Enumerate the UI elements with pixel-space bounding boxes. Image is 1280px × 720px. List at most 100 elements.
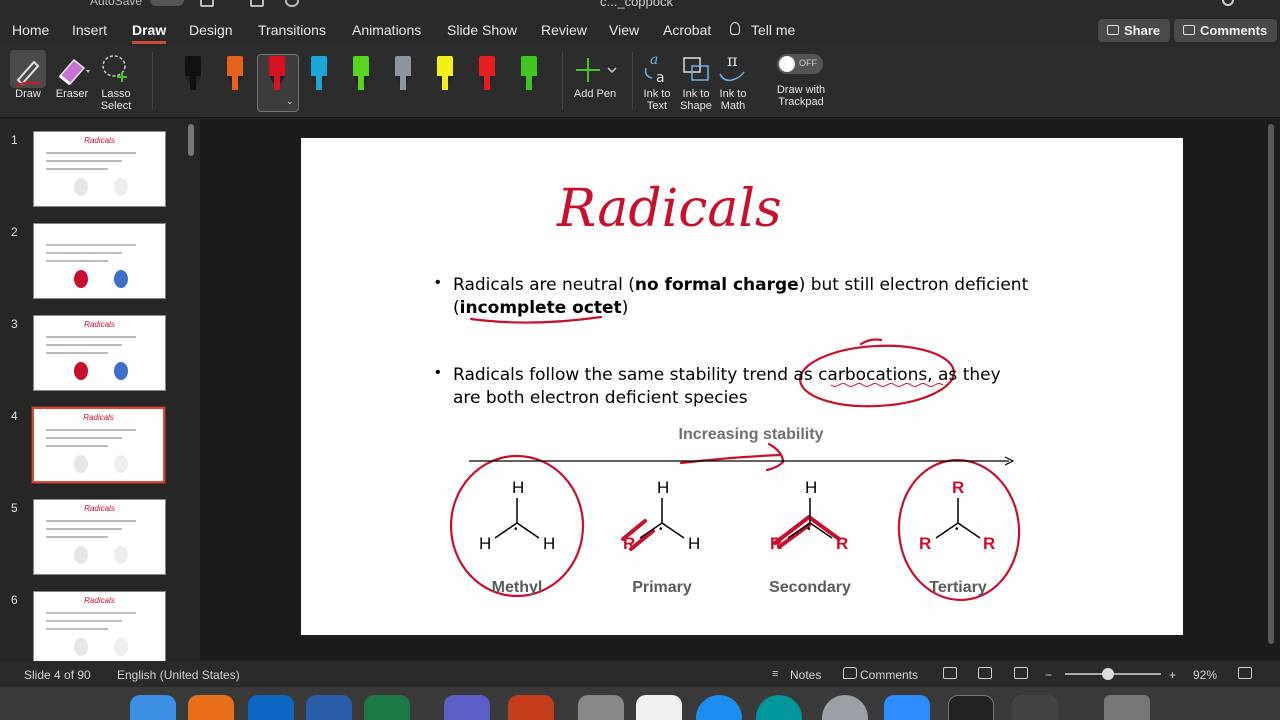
pen-9[interactable] bbox=[521, 56, 537, 90]
menu-tab-transitions[interactable]: Transitions bbox=[258, 22, 326, 38]
current-slide[interactable]: Radicals • Radicals are neutral (no form… bbox=[301, 138, 1183, 635]
thumbnail-number: 3 bbox=[11, 317, 18, 331]
pen-3[interactable] bbox=[269, 56, 285, 90]
outlook-icon[interactable] bbox=[248, 695, 294, 720]
thumbnail-graphic bbox=[114, 455, 128, 473]
add-pen-label: Add Pen bbox=[573, 88, 617, 100]
powerpoint-icon[interactable] bbox=[508, 695, 554, 720]
zoom-in-button[interactable]: + bbox=[1169, 668, 1176, 682]
slide-thumbnail-4[interactable]: Radicals bbox=[31, 406, 166, 484]
firefox-icon[interactable] bbox=[188, 695, 234, 720]
reading-view-icon[interactable] bbox=[1014, 667, 1028, 679]
atom-r: R bbox=[623, 534, 636, 553]
slide-sorter-icon[interactable] bbox=[978, 667, 992, 679]
draw-with-trackpad-label: Draw with Trackpad bbox=[776, 84, 826, 108]
tell-me[interactable]: Tell me bbox=[751, 22, 795, 38]
pen-tip-color bbox=[400, 76, 406, 90]
pen-body bbox=[479, 56, 495, 76]
language-indicator[interactable]: English (United States) bbox=[117, 668, 240, 682]
pen-6[interactable] bbox=[395, 56, 411, 90]
menu-tab-review[interactable]: Review bbox=[541, 22, 587, 38]
radical-dot: • bbox=[659, 524, 663, 535]
slide-thumbnail-3[interactable]: Radicals bbox=[33, 315, 166, 391]
draw-with-trackpad-toggle[interactable]: OFF bbox=[777, 54, 823, 74]
comments-button[interactable]: Comments bbox=[1174, 19, 1278, 42]
thumbnail-graphic bbox=[74, 546, 88, 564]
tex-icon[interactable] bbox=[822, 695, 868, 720]
pen-5[interactable] bbox=[353, 56, 369, 90]
bullet-1-text: Radicals are neutral (no formal charge) … bbox=[453, 274, 1093, 320]
bullet-1-part-c: ) but still electron deficient bbox=[798, 275, 1029, 295]
zoom-level[interactable]: 92% bbox=[1193, 668, 1217, 682]
normal-view-icon[interactable] bbox=[943, 667, 957, 679]
pen-body bbox=[521, 56, 537, 76]
menu-tab-view[interactable]: View bbox=[609, 22, 639, 38]
thumbnail-text-line bbox=[46, 336, 136, 338]
pen-7[interactable] bbox=[437, 56, 453, 90]
eraser-icon bbox=[58, 58, 90, 86]
word-icon[interactable] bbox=[306, 695, 352, 720]
arduino-icon[interactable] bbox=[756, 695, 802, 720]
slide-thumbnail-6[interactable]: Radicals bbox=[33, 591, 166, 661]
teams-icon[interactable] bbox=[444, 695, 490, 720]
menu-tab-design[interactable]: Design bbox=[189, 22, 233, 38]
draw-ribbon: Draw Eraser Lasso Select ⌄ Add Pen a a I… bbox=[0, 46, 1280, 118]
pencil-app-icon[interactable] bbox=[578, 695, 624, 720]
thumbnail-text-line bbox=[46, 160, 122, 162]
pen-4[interactable] bbox=[311, 56, 327, 90]
pen-1[interactable] bbox=[185, 56, 201, 90]
svg-text:a: a bbox=[650, 52, 658, 68]
slide-thumbnail-1[interactable]: Radicals bbox=[33, 131, 166, 207]
menu-tab-insert[interactable]: Insert bbox=[72, 22, 107, 38]
safari-icon[interactable] bbox=[696, 695, 742, 720]
slide-thumbnail-5[interactable]: Radicals bbox=[33, 499, 166, 575]
atom-r: R bbox=[919, 534, 932, 553]
app-icon[interactable] bbox=[1012, 695, 1058, 720]
bullet-1-part-a: Radicals are neutral ( bbox=[453, 275, 635, 295]
caption-secondary: Secondary bbox=[769, 579, 851, 596]
save-icon[interactable] bbox=[200, 0, 214, 7]
comment-icon bbox=[843, 667, 857, 679]
search-icon[interactable] bbox=[1222, 0, 1234, 6]
menu-tab-acrobat[interactable]: Acrobat bbox=[663, 22, 711, 38]
comments-button-label: Comments bbox=[1200, 23, 1268, 38]
atom-r: R bbox=[770, 534, 783, 553]
ribbon-separator bbox=[632, 52, 633, 110]
ink-to-shape-label: Ink to Shape bbox=[680, 88, 712, 112]
menu-tab-home[interactable]: Home bbox=[12, 22, 49, 38]
zoom-out-button[interactable]: − bbox=[1045, 668, 1052, 682]
slide-counter: Slide 4 of 90 bbox=[24, 668, 91, 682]
excel-icon[interactable] bbox=[364, 695, 410, 720]
thumbnail-scrollbar[interactable] bbox=[188, 124, 194, 156]
status-bar: Slide 4 of 90 English (United States) ≡ … bbox=[0, 661, 1280, 687]
menu-tab-animations[interactable]: Animations bbox=[352, 22, 421, 38]
bullet-1-bold-a: no formal charge bbox=[634, 275, 799, 295]
trash-icon[interactable] bbox=[1104, 695, 1150, 720]
bullet-2-line-1: Radicals follow the same stability trend… bbox=[453, 365, 1001, 385]
canvas-scrollbar[interactable] bbox=[1268, 124, 1274, 644]
share-button[interactable]: Share bbox=[1098, 19, 1171, 42]
fit-to-window-icon[interactable] bbox=[1238, 667, 1252, 679]
comments-status-button[interactable]: Comments bbox=[860, 668, 918, 682]
thumbnail-title: Radicals bbox=[84, 136, 115, 145]
menu-tab-draw[interactable]: Draw bbox=[132, 22, 167, 44]
thumbnail-number: 2 bbox=[11, 225, 18, 239]
menu-tab-slide-show[interactable]: Slide Show bbox=[447, 22, 517, 38]
redo-icon[interactable] bbox=[285, 0, 299, 7]
ink-to-shape-icon bbox=[683, 57, 709, 81]
finder-icon[interactable] bbox=[130, 695, 176, 720]
zoom-slider-handle[interactable] bbox=[1102, 668, 1114, 680]
autosave-toggle[interactable] bbox=[150, 0, 184, 6]
bullet-marker: • bbox=[435, 274, 441, 291]
terminal-icon[interactable] bbox=[948, 695, 994, 720]
pen-8[interactable] bbox=[479, 56, 495, 90]
pen-2[interactable] bbox=[227, 56, 243, 90]
notes-button[interactable]: Notes bbox=[790, 668, 821, 682]
undo-icon[interactable] bbox=[250, 0, 264, 7]
music-icon[interactable] bbox=[636, 695, 682, 720]
draw-tool-label: Draw bbox=[15, 88, 41, 100]
slide-thumbnail-2[interactable] bbox=[33, 223, 166, 299]
atom-h: H bbox=[479, 534, 492, 553]
chevron-down-icon[interactable]: ⌄ bbox=[286, 96, 294, 107]
zoom-icon[interactable] bbox=[884, 695, 930, 720]
